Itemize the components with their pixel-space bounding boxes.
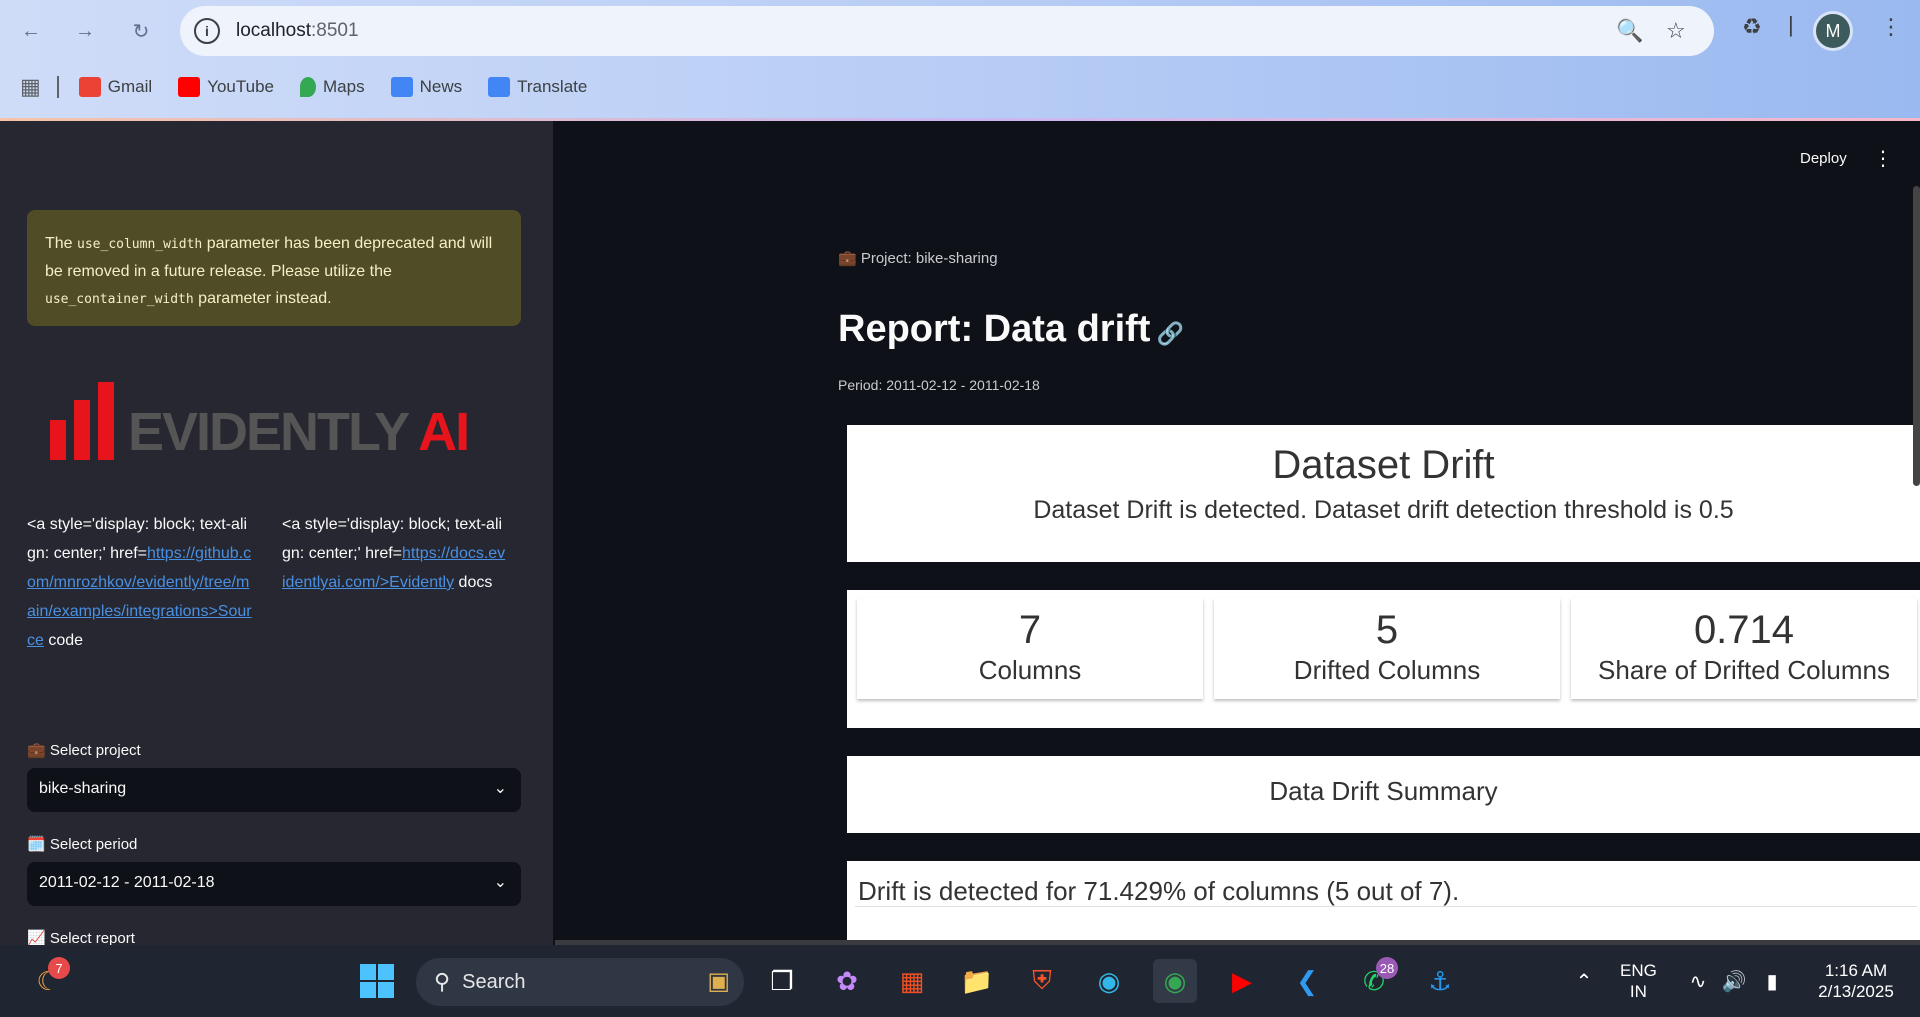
period-caption: Period: 2011-02-12 - 2011-02-18 <box>838 377 1040 393</box>
zoom-icon[interactable]: 🔍 <box>1616 18 1643 44</box>
drift-details-card: Drift is detected for 71.429% of columns… <box>847 861 1920 940</box>
bookmark-youtube[interactable]: YouTube <box>178 77 274 97</box>
translate-icon <box>488 77 511 97</box>
deprecation-warning: The use_column_width parameter has been … <box>27 210 521 326</box>
copilot-icon[interactable]: ✿ <box>825 959 869 1003</box>
bookmark-maps[interactable]: Maps <box>300 77 365 97</box>
windows-taskbar: ☾ 7 ⚲ Search ▣ ❐ ✿ ▦ 📁 ⛨ ◉ ◉ ▶ ❮ ✆ 28 ⚓ … <box>0 945 1920 1017</box>
url-text: localhost:8501 <box>236 20 359 41</box>
docker-icon[interactable]: ⚓ <box>1418 959 1462 1003</box>
back-icon[interactable]: ← <box>14 14 48 48</box>
metric-share-drifted: 0.714 Share of Drifted Columns <box>1571 598 1917 699</box>
browser-chrome: ← → ↻ i localhost:8501 🔍 ☆ ♻ | M ⋮ ▦ Gma… <box>0 0 1920 121</box>
profile-avatar[interactable]: M <box>1813 11 1853 51</box>
table-search-bar[interactable] <box>855 906 1917 940</box>
metric-drifted-columns: 5 Drifted Columns <box>1214 598 1560 699</box>
gmail-icon <box>78 77 101 97</box>
maps-icon <box>300 77 317 97</box>
data-drift-summary-card: Data Drift Summary <box>847 756 1920 833</box>
bookmarks-bar: ▦ Gmail YouTube Maps News Translate <box>20 72 613 102</box>
weather-badge: 7 <box>48 957 70 979</box>
search-highlight-icon: ▣ <box>707 968 730 995</box>
forward-icon[interactable]: → <box>68 14 102 48</box>
chevron-down-icon: ⌄ <box>493 780 507 797</box>
dataset-drift-subtitle: Dataset Drift is detected. Dataset drift… <box>1033 496 1734 524</box>
windows-start-icon[interactable] <box>355 959 399 1003</box>
youtube-icon <box>178 77 201 97</box>
battery-icon[interactable]: ▮ <box>1750 959 1794 1003</box>
toolbar-divider: | <box>1788 12 1794 37</box>
page-title: Report: Data drift 🔗 <box>838 308 1184 350</box>
bookmark-star-icon[interactable]: ☆ <box>1666 18 1686 44</box>
language-indicator[interactable]: ENG IN <box>1620 960 1657 1002</box>
reload-icon[interactable]: ↻ <box>124 14 158 48</box>
dataset-drift-card: Dataset Drift Dataset Drift is detected.… <box>847 425 1920 562</box>
taskbar-search[interactable]: ⚲ Search ▣ <box>416 958 744 1006</box>
youtube-app-icon[interactable]: ▶ <box>1220 959 1264 1003</box>
app-menu-icon[interactable]: ⋮ <box>1873 146 1893 171</box>
whatsapp-badge: 28 <box>1376 957 1398 979</box>
evidently-logo: EVIDENTLY AI <box>50 380 470 460</box>
file-explorer-icon[interactable]: 📁 <box>955 959 999 1003</box>
source-code-link-block: <a style='display: block; text-align: ce… <box>27 516 252 649</box>
bookmarks-divider <box>56 76 59 98</box>
search-icon: ⚲ <box>434 969 451 994</box>
anchor-link-icon[interactable]: 🔗 <box>1156 321 1183 346</box>
select-project-dropdown[interactable]: bike-sharing ⌄ <box>27 768 521 812</box>
select-project-label: 💼 Select project <box>27 742 141 759</box>
sidebar-links: <a style='display: block; text-align: ce… <box>27 510 527 655</box>
deploy-button[interactable]: Deploy <box>1800 150 1847 167</box>
select-period-label: 🗓️ Select period <box>27 836 138 853</box>
site-info-icon[interactable]: i <box>194 18 220 44</box>
chevron-up-icon[interactable]: ⌃ <box>1562 959 1606 1003</box>
clock[interactable]: 1:16 AM 2/13/2025 <box>1800 960 1912 1002</box>
docs-link-block: <a style='display: block; text-align: ce… <box>282 516 506 591</box>
metrics-card: 7 Columns 5 Drifted Columns 0.714 Share … <box>847 590 1920 728</box>
bookmark-gmail[interactable]: Gmail <box>78 77 152 97</box>
chevron-down-icon: ⌄ <box>493 874 507 891</box>
project-caption: 💼 Project: bike-sharing <box>838 250 998 267</box>
vscode-icon[interactable]: ❮ <box>1285 959 1329 1003</box>
address-bar[interactable]: i localhost:8501 🔍 ☆ <box>180 6 1714 56</box>
vertical-scrollbar[interactable] <box>1913 186 1920 486</box>
bookmark-news[interactable]: News <box>390 77 462 97</box>
task-view-icon[interactable]: ❐ <box>760 959 804 1003</box>
brave-icon[interactable]: ⛨ <box>1020 959 1064 1003</box>
extensions-icon[interactable]: ♻ <box>1742 14 1762 40</box>
logo-bars-icon <box>50 382 114 460</box>
store-icon[interactable]: ▦ <box>890 959 934 1003</box>
metric-columns: 7 Columns <box>857 598 1203 699</box>
chrome-icon[interactable]: ◉ <box>1153 959 1197 1003</box>
news-icon <box>390 77 413 97</box>
data-drift-summary-title: Data Drift Summary <box>1269 776 1498 806</box>
bookmark-translate[interactable]: Translate <box>488 77 587 97</box>
browser-menu-icon[interactable]: ⋮ <box>1880 14 1902 40</box>
dataset-drift-title: Dataset Drift <box>1272 443 1495 487</box>
select-period-dropdown[interactable]: 2011-02-12 - 2011-02-18 ⌄ <box>27 862 521 906</box>
drift-detected-text: Drift is detected for 71.429% of columns… <box>858 876 1460 906</box>
edge-icon[interactable]: ◉ <box>1087 959 1131 1003</box>
apps-grid-icon[interactable]: ▦ <box>20 74 41 100</box>
